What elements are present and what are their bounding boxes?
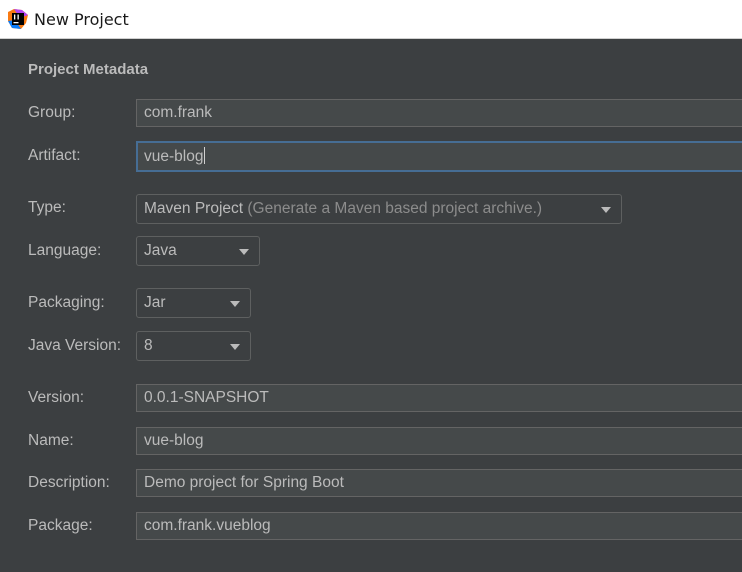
window-title: New Project [34,10,129,29]
artifact-field[interactable]: vue-blog [136,141,742,172]
type-value: Maven Project [144,200,244,217]
group-value: com.frank [144,104,213,121]
version-field[interactable]: 0.0.1-SNAPSHOT [136,384,742,412]
language-dropdown[interactable]: Java [136,236,260,266]
title-bar: New Project [0,0,742,39]
name-value: vue-blog [144,432,204,449]
package-label: Package: [28,517,93,534]
java-version-value: 8 [144,337,153,354]
chevron-down-icon [230,344,240,350]
name-field[interactable]: vue-blog [136,427,742,455]
packaging-label: Packaging: [28,294,105,311]
artifact-label: Artifact: [28,147,81,164]
group-field[interactable]: com.frank [136,99,742,127]
chevron-down-icon [230,301,240,307]
text-caret [204,147,206,164]
package-field[interactable]: com.frank.vueblog [136,512,742,540]
version-value: 0.0.1-SNAPSHOT [144,389,269,406]
artifact-value: vue-blog [144,148,204,165]
chevron-down-icon [601,207,611,213]
description-value: Demo project for Spring Boot [144,474,344,491]
type-hint: (Generate a Maven based project archive.… [247,200,543,217]
type-dropdown[interactable]: Maven Project (Generate a Maven based pr… [136,194,622,224]
type-label: Type: [28,199,66,216]
description-field[interactable]: Demo project for Spring Boot [136,469,742,497]
description-label: Description: [28,474,110,491]
version-label: Version: [28,389,85,406]
java-version-dropdown[interactable]: 8 [136,331,251,361]
intellij-idea-icon [8,9,28,29]
chevron-down-icon [239,249,249,255]
section-title: Project Metadata [28,61,149,78]
packaging-dropdown[interactable]: Jar [136,288,251,318]
package-value: com.frank.vueblog [144,517,271,534]
group-label: Group: [28,104,76,121]
name-label: Name: [28,432,74,449]
packaging-value: Jar [144,294,166,311]
language-value: Java [144,242,177,259]
language-label: Language: [28,242,102,259]
java-version-label: Java Version: [28,337,122,354]
